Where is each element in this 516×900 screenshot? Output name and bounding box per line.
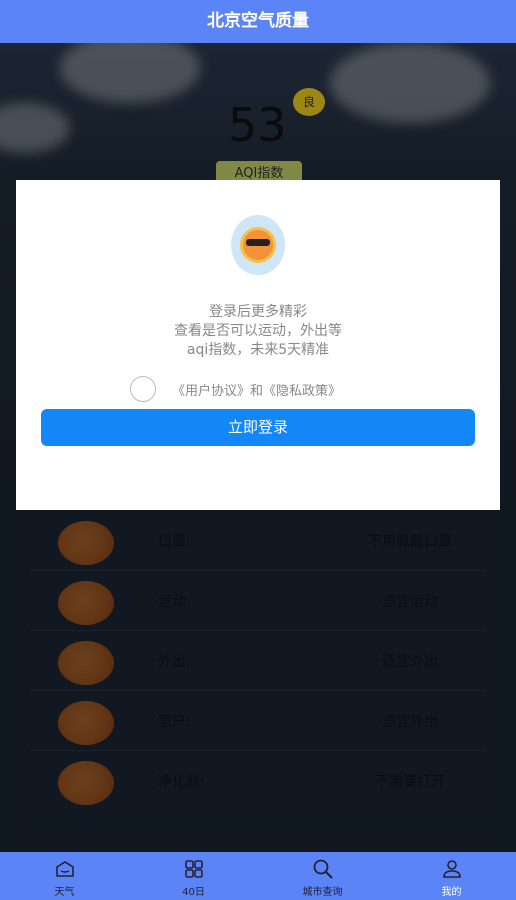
tab-label: 我的 [441,887,462,898]
agreement-row: 《用户协议》和《隐私政策》 [130,376,410,402]
page-title: 北京空气质量 [207,11,309,31]
promo-line-1: 登录后更多精彩 [209,304,307,320]
user-icon [442,860,461,878]
promo-line-3: aqi指数，未来5天精准 [186,342,330,358]
house-icon [55,861,74,877]
tab-label: 40日 [182,887,205,898]
tab-label: 城市查询 [302,887,343,898]
agreement-text[interactable]: 《用户协议》和《隐私政策》 [172,380,341,399]
agree-checkbox[interactable] [130,376,156,402]
sunglasses-icon [246,239,270,246]
search-icon [313,859,333,879]
app-header: 北京空气质量 [0,0,516,43]
tab-label: 天气 [54,887,75,898]
tab-weather[interactable]: 天气 [0,852,129,900]
tab-40-days[interactable]: 40日 [129,852,258,900]
bottom-tab-bar: 天气 40日 城市查询 我的 [0,852,516,900]
promo-line-2: 查看是否可以运动，外出等 [174,323,342,339]
login-modal: 登录后更多精彩 查看是否可以运动，外出等 aqi指数，未来5天精准 《用户协议》… [16,180,500,510]
sun-mascot-icon [231,215,285,275]
tab-mine[interactable]: 我的 [387,852,516,900]
grid-icon [184,860,203,878]
login-button[interactable]: 立即登录 [41,409,475,446]
tab-city-search[interactable]: 城市查询 [258,852,387,900]
